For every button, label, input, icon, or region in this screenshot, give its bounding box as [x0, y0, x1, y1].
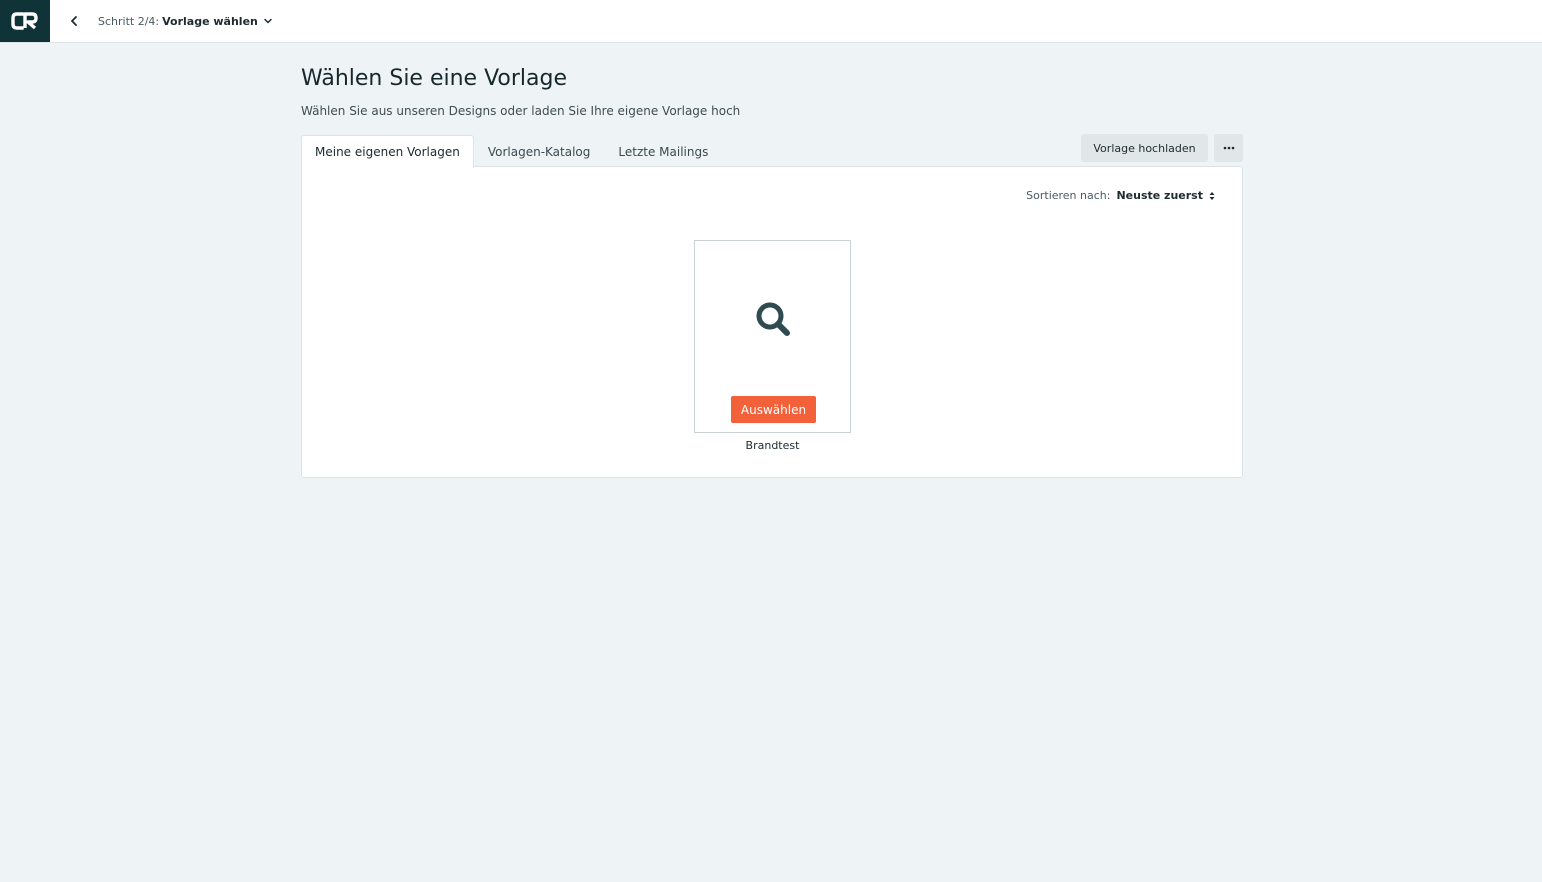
step-prefix: Schritt 2/4:: [98, 14, 160, 28]
sort-select[interactable]: Neuste zuerst: [1116, 189, 1215, 202]
step-current: Vorlage wählen: [162, 14, 258, 28]
page-title: Wählen Sie eine Vorlage: [301, 66, 568, 91]
sort-label: Sortieren nach:: [1026, 189, 1111, 202]
sort-control: Sortieren nach: Neuste zuerst: [1026, 189, 1215, 202]
cr-logo-icon: [11, 12, 38, 30]
search-icon: [753, 299, 793, 339]
sort-caret-icon: [1209, 191, 1215, 201]
chevron-down-icon: [264, 18, 272, 24]
template-card[interactable]: Auswählen: [694, 240, 851, 433]
templates-panel: Sortieren nach: Neuste zuerst Auswählen …: [301, 166, 1243, 478]
select-template-button[interactable]: Auswählen: [731, 396, 816, 423]
sort-value: Neuste zuerst: [1116, 189, 1203, 202]
app-logo[interactable]: [0, 0, 50, 42]
template-tabs: Meine eigenen Vorlagen Vorlagen-Katalog …: [301, 135, 722, 168]
tab-template-catalog[interactable]: Vorlagen-Katalog: [474, 135, 605, 167]
tab-recent-mailings[interactable]: Letzte Mailings: [604, 135, 722, 167]
back-button[interactable]: [64, 11, 84, 31]
tab-my-templates[interactable]: Meine eigenen Vorlagen: [301, 135, 474, 168]
more-options-button[interactable]: [1214, 134, 1243, 162]
template-name: Brandtest: [745, 439, 800, 452]
top-bar: Schritt 2/4: Vorlage wählen: [0, 0, 1542, 43]
page-subtitle: Wählen Sie aus unseren Designs oder lade…: [301, 104, 741, 118]
upload-template-button[interactable]: Vorlage hochladen: [1081, 134, 1208, 162]
chevron-left-icon: [71, 16, 77, 26]
step-breadcrumb[interactable]: Schritt 2/4: Vorlage wählen: [98, 13, 272, 29]
ellipsis-icon: [1223, 146, 1234, 150]
